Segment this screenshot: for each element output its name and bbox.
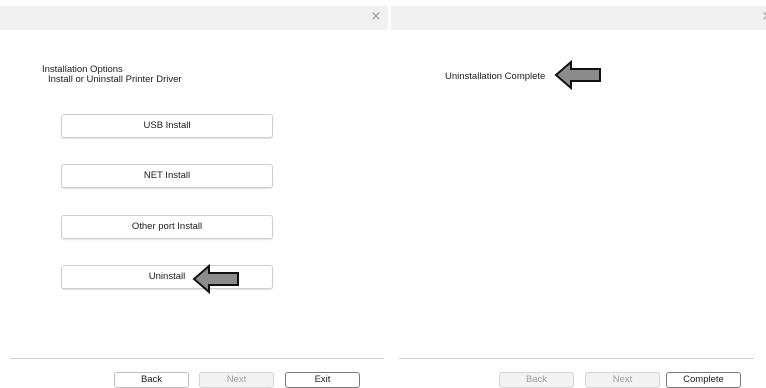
title-bar: × bbox=[391, 6, 766, 30]
close-icon[interactable]: × bbox=[760, 9, 766, 25]
usb-install-button[interactable]: USB Install bbox=[61, 114, 273, 138]
back-button[interactable]: Back bbox=[114, 372, 189, 388]
installer-options-window: × Installation Options Install or Uninst… bbox=[0, 0, 388, 388]
net-install-button[interactable]: NET Install bbox=[61, 164, 273, 188]
close-icon[interactable]: × bbox=[369, 9, 383, 25]
exit-button[interactable]: Exit bbox=[285, 372, 360, 388]
next-button[interactable]: Next bbox=[199, 372, 274, 388]
next-button[interactable]: Next bbox=[585, 372, 660, 388]
uninstall-complete-window: × Uninstallation Complete Back Next Comp… bbox=[391, 0, 766, 388]
left-arrow-annotation-icon bbox=[192, 264, 239, 294]
uninstall-button[interactable]: Uninstall bbox=[61, 265, 273, 289]
uninstallation-complete-message: Uninstallation Complete bbox=[445, 71, 546, 82]
title-bar: × bbox=[0, 6, 388, 30]
other-port-install-button[interactable]: Other port Install bbox=[61, 215, 273, 239]
back-button[interactable]: Back bbox=[499, 372, 574, 388]
left-arrow-annotation-icon bbox=[554, 60, 601, 90]
footer-divider bbox=[10, 358, 384, 359]
complete-button[interactable]: Complete bbox=[666, 372, 741, 388]
installation-options-subtitle: Install or Uninstall Printer Driver bbox=[48, 74, 182, 85]
footer-divider bbox=[399, 358, 754, 359]
